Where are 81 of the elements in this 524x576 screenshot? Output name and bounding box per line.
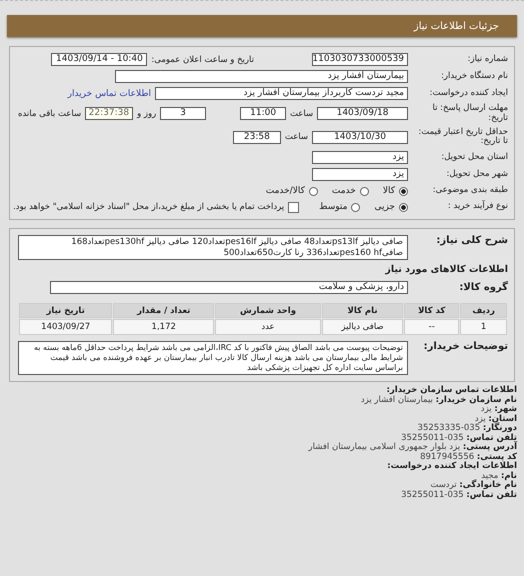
table-cell: 1403/09/27 <box>19 319 112 336</box>
option-label: کالا/خدمت <box>266 186 305 196</box>
buyer-org-field: بیمارستان افشار یزد <box>115 70 408 83</box>
field-label: نام دستگاه خریدار: <box>440 72 508 82</box>
table-cell: -- <box>404 319 460 336</box>
validity-time-field: 23:58 <box>232 130 281 144</box>
radio-button[interactable] <box>399 202 408 212</box>
contact-value: مجید <box>481 470 498 481</box>
validity-date-field: 1403/10/30 <box>312 130 408 144</box>
field-label: روز و <box>137 108 156 119</box>
field-label: ساعت <box>290 108 314 119</box>
radio-button[interactable] <box>360 186 369 196</box>
radio-button[interactable] <box>399 186 408 196</box>
contact-label: نام خانوادگی: <box>459 480 517 490</box>
contact-value: 8917945556 <box>420 452 474 462</box>
column-header: کد کالا <box>404 303 460 318</box>
contact-label: دورنگار: <box>482 423 517 434</box>
summary-text: صافی دیالیز ps13lfتعداد48 صافی دیالیز pes16lfتعداد120 صافی دیالیز pes130hfتعداد168 صافیpes160 hfتعداد336 رنا کارت650تعداد500 <box>18 235 408 260</box>
contact-label: آدرس پستی: <box>462 442 517 452</box>
table-cell: 1 <box>460 319 507 336</box>
deadline-time-field: 11:00 <box>240 107 286 120</box>
field-label: توضیحات خریدار: <box>422 341 508 353</box>
field-label: شماره نیاز: <box>466 54 508 64</box>
contact-label: کد پستی: <box>476 452 517 462</box>
days-field: 3 <box>160 107 206 120</box>
field-label: حداقل تاریخ اعتبار قیمت: تا تاریخ: <box>417 128 508 148</box>
contact-value: 035-35253335 <box>418 423 480 434</box>
province-field: یزد <box>312 151 408 164</box>
field-label: ساعت <box>284 132 308 142</box>
contact-label: نام: <box>500 470 517 481</box>
field-label: ساعت باقی مانده <box>18 108 82 119</box>
table-cell: صافی دیالیز <box>322 319 404 336</box>
radio-button[interactable] <box>351 202 360 212</box>
field-label: ایجاد کننده درخواست: <box>428 88 508 98</box>
table-cell: 1,172 <box>113 319 214 336</box>
field-label: تاریخ و ساعت اعلان عمومی: <box>151 54 254 64</box>
checkbox[interactable] <box>288 202 300 213</box>
field-label: استان محل تحویل: <box>440 152 508 162</box>
need-number-field: 1103030733000539 <box>312 53 408 66</box>
deadline-date-field: 1403/09/18 <box>317 107 408 120</box>
remaining-time-field: 22:37:38 <box>85 107 134 120</box>
field-label: طبقه بندی موضوعی: <box>432 186 508 196</box>
checkbox-label: پرداخت تمام یا بخشی از مبلغ خرید،از محل "اسناد خزانه اسلامی" خواهد بود. <box>13 202 284 212</box>
field-label: گروه کالا: <box>458 282 508 294</box>
field-label: شهر محل تحویل: <box>445 170 508 180</box>
buyer-notes-text: توضیحات پیوست می باشد الصاق پیش فاکتور با کد IRC،الزامی می باشد شرایط پرداخت حداقل 6ماهه بسته به شرایط مالی بیمارستان می باشد هزینه ارسال کالا تادرب انبار بیمارستان بر عهده فروشنده می باشد قیمت براساس سایت اداره کل تجهیزات پزشکی باشد <box>18 341 408 376</box>
column-header: نام کالا <box>322 303 404 318</box>
contact-label: تلفن تماس: <box>466 432 517 443</box>
goods-group-field: دارو، پزشکی و سلامت <box>50 281 408 294</box>
column-header: ردیف <box>460 303 507 318</box>
announce-date-field: 1403/09/14 - 10:40 <box>51 53 148 66</box>
contact-value: یزد <box>474 414 486 424</box>
field-label: شرح کلی نیاز: <box>435 235 508 247</box>
column-header: واحد شمارش <box>215 303 321 318</box>
option-label: جزیی <box>374 202 395 212</box>
requester-field: مجید تردست کاربرداز بیمارستان افشار یزد <box>155 87 408 100</box>
page-title: جزئیات اطلاعات نیاز <box>414 20 499 32</box>
contact-value: تردست <box>430 480 457 490</box>
contact-label: نام سازمان خریدار: <box>436 394 517 405</box>
option-label: کالا <box>382 186 395 196</box>
city-field: یزد <box>312 168 408 182</box>
contact-title: اطلاعات تماس سازمان خریدار: <box>386 386 517 396</box>
contact-label: استان: <box>488 414 517 424</box>
contact-value: 035-35255011 <box>401 490 464 500</box>
option-label: متوسط <box>319 202 348 212</box>
field-label: نوع فرآیند خرید : <box>446 202 508 212</box>
column-header: تعداد / مقدار <box>113 303 214 318</box>
table-cell: عدد <box>215 319 321 336</box>
contact-value: بیمارستان افشار یزد <box>360 394 433 405</box>
buyer-contact-link[interactable]: اطلاعات تماس خریدار <box>68 88 151 98</box>
contact-label: شهر: <box>494 404 517 414</box>
contact-value: یزد <box>480 404 492 414</box>
contact-value: 035-35255011 <box>401 432 464 443</box>
section-title: اطلاعات کالاهای مورد نیاز <box>384 264 508 276</box>
radio-button[interactable] <box>308 186 318 196</box>
field-label: مهلت ارسال پاسخ: تا تاریخ: <box>432 104 508 124</box>
contact-label: تلفن تماس: <box>466 490 517 500</box>
column-header: تاریخ نیاز <box>19 303 112 318</box>
contact-heading: اطلاعات ایجاد کننده درخواست: <box>386 462 517 472</box>
contact-value: یزد بلوار جمهوری اسلامی بیمارستان افشار <box>308 442 460 452</box>
option-label: خدمت <box>332 186 356 196</box>
